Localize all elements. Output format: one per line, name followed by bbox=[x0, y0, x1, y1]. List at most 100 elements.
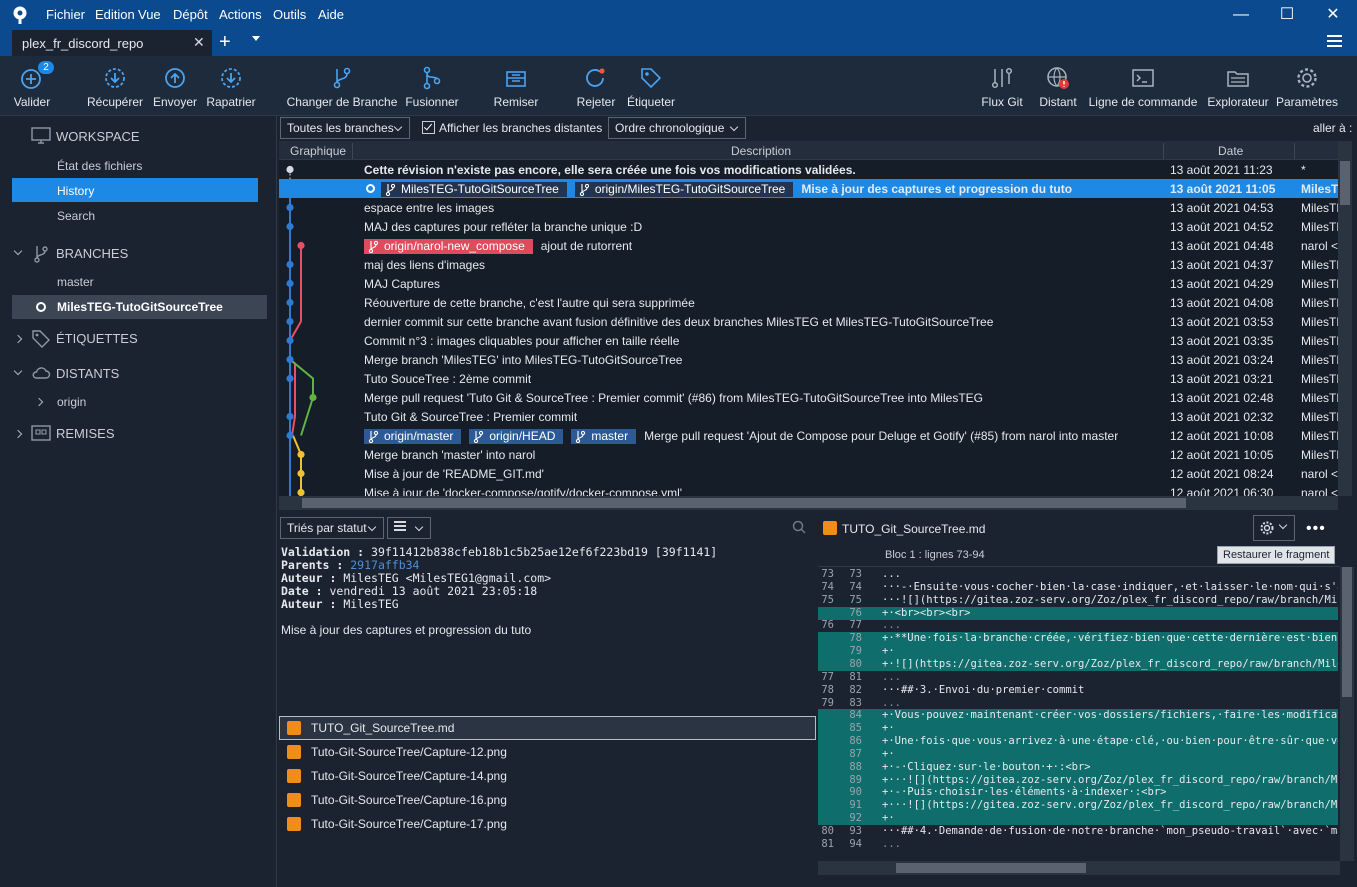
changed-file-row[interactable]: TUTO_Git_SourceTree.md bbox=[287, 718, 814, 740]
commit-row[interactable]: Cette révision n'existe pas encore, elle… bbox=[279, 160, 1338, 179]
branch-label[interactable]: origin/MilesTEG-TutoGitSourceTree bbox=[574, 182, 794, 197]
stash-button[interactable]: Remiser bbox=[490, 56, 542, 116]
commit-row[interactable]: Tuto Git & SourceTree : Premier commit 13… bbox=[279, 407, 1338, 426]
column-graph[interactable]: Graphique bbox=[290, 144, 346, 158]
commit-row[interactable]: dernier commit sur cette branche avant f… bbox=[279, 312, 1338, 331]
pull-button[interactable]: Rapatrier bbox=[204, 56, 258, 116]
sourcetree-logo-icon[interactable] bbox=[10, 5, 30, 25]
column-description[interactable]: Description bbox=[731, 144, 791, 158]
sidebar-item-search[interactable]: Search bbox=[57, 209, 95, 223]
commit-row[interactable]: Commit n°3 : images cliquables pour affi… bbox=[279, 331, 1338, 350]
new-tab-icon[interactable]: + bbox=[219, 31, 231, 54]
discard-button[interactable]: Rejeter bbox=[574, 56, 618, 116]
changed-file-row[interactable]: Tuto-Git-SourceTree/Capture-16.png bbox=[287, 790, 814, 812]
branch-label[interactable]: origin/master bbox=[364, 429, 462, 444]
menu-vue[interactable]: Vue bbox=[138, 7, 161, 22]
column-divider[interactable] bbox=[1294, 143, 1295, 159]
changed-file-row[interactable]: Tuto-Git-SourceTree/Capture-12.png bbox=[287, 742, 814, 764]
sidebar-item-file-status[interactable]: État des fichiers bbox=[57, 159, 142, 173]
search-icon[interactable] bbox=[792, 520, 806, 534]
commit-list-scroll-thumb[interactable] bbox=[1340, 161, 1350, 205]
commit-row[interactable]: Merge branch 'master' into narol 12 août … bbox=[279, 445, 1338, 464]
sidebar-item-history-highlight[interactable] bbox=[12, 178, 258, 202]
order-dropdown[interactable]: Ordre chronologique bbox=[608, 117, 746, 139]
commit-row[interactable]: MAJ des captures pour refléter la branch… bbox=[279, 217, 1338, 236]
menu-actions[interactable]: Actions bbox=[219, 7, 262, 22]
view-mode-dropdown[interactable] bbox=[387, 517, 431, 539]
diff-scroll-thumb[interactable] bbox=[1342, 567, 1352, 697]
commit-row[interactable]: MAJ Captures 13 août 2021 04:29 MilesTEG bbox=[279, 274, 1338, 293]
fetch-button[interactable]: Récupérer bbox=[86, 56, 144, 116]
show-remote-label[interactable]: Afficher les branches distantes bbox=[439, 121, 602, 135]
sidebar-item-history[interactable]: History bbox=[57, 184, 94, 198]
close-window-icon[interactable]: ✕ bbox=[1318, 4, 1348, 26]
show-remote-checkbox[interactable] bbox=[422, 121, 435, 134]
commit-row[interactable]: origin/master origin/HEAD master Merge pull… bbox=[279, 426, 1338, 445]
diff-options-dropdown[interactable] bbox=[1253, 515, 1295, 541]
sidebar-branch-current[interactable]: MilesTEG-TutoGitSourceTree bbox=[57, 300, 223, 314]
explorer-button[interactable]: Explorateur bbox=[1205, 56, 1271, 116]
push-button[interactable]: Envoyer bbox=[150, 56, 200, 116]
commit-row[interactable]: Tuto SouceTree : 2ème commit 13 août 2021… bbox=[279, 369, 1338, 388]
commit-row[interactable]: Mise à jour de 'docker-compose/gotify/do… bbox=[279, 483, 1338, 496]
diff-hscroll-thumb[interactable] bbox=[896, 863, 1086, 873]
sidebar-branch-master[interactable]: master bbox=[57, 275, 94, 289]
tag-button[interactable]: Étiqueter bbox=[624, 56, 678, 116]
commit-description: Commit n°3 : images cliquables pour affi… bbox=[364, 334, 679, 348]
checkout-branch-button[interactable]: Changer de Branche bbox=[286, 56, 398, 116]
commit-list-hscroll-thumb[interactable] bbox=[302, 498, 1186, 508]
menu-depot[interactable]: Dépôt bbox=[173, 7, 208, 22]
commit-message-text: Tuto Git & SourceTree : Premier commit bbox=[364, 410, 578, 424]
tab-dropdown-icon[interactable] bbox=[252, 36, 260, 41]
commit-row[interactable]: origin/narol-new_compose ajout de rutorre… bbox=[279, 236, 1338, 255]
branch-label[interactable]: origin/narol-new_compose bbox=[364, 239, 533, 254]
menu-edition[interactable]: Edition bbox=[95, 7, 135, 22]
remote-button[interactable]: Distant bbox=[1034, 56, 1082, 116]
more-options-icon[interactable]: ••• bbox=[1306, 520, 1326, 538]
branch-label[interactable]: MilesTEG-TutoGitSourceTree bbox=[381, 182, 567, 197]
sidebar-remote-origin[interactable]: origin bbox=[57, 395, 86, 409]
diff-line-text: +···![](https://gitea.zoz-serv.org/Zoz/p… bbox=[882, 799, 1338, 812]
sort-dropdown[interactable]: Triés par statut bbox=[280, 517, 384, 539]
git-flow-button[interactable]: Flux Git bbox=[978, 56, 1026, 116]
commit-row[interactable]: Merge branch 'MilesTEG' into MilesTEG-Tu… bbox=[279, 350, 1338, 369]
hamburger-menu-icon[interactable] bbox=[1327, 35, 1342, 47]
author-value: MilesTEG <MilesTEG1@gmail.com> bbox=[343, 571, 552, 585]
merge-button[interactable]: Fusionner bbox=[403, 56, 461, 116]
menu-fichier[interactable]: Fichier bbox=[46, 7, 85, 22]
restore-hunk-button[interactable]: Restaurer le fragment bbox=[1217, 546, 1336, 564]
terminal-button[interactable]: Ligne de commande bbox=[1087, 56, 1199, 116]
menu-outils[interactable]: Outils bbox=[273, 7, 306, 22]
stashes-header[interactable]: REMISES bbox=[56, 426, 115, 441]
settings-button[interactable]: Paramètres bbox=[1275, 56, 1339, 116]
branch-label[interactable]: master bbox=[571, 429, 637, 444]
repo-tab[interactable]: plex_fr_discord_repo bbox=[12, 30, 212, 56]
commit-row[interactable]: maj des liens d'images 13 août 2021 04:37… bbox=[279, 255, 1338, 274]
minimize-icon[interactable]: — bbox=[1226, 4, 1256, 26]
branches-header[interactable]: BRANCHES bbox=[56, 246, 128, 261]
column-date[interactable]: Date bbox=[1218, 144, 1243, 158]
tags-header[interactable]: ÉTIQUETTES bbox=[56, 331, 138, 346]
column-divider[interactable] bbox=[1163, 143, 1164, 159]
branch-label[interactable]: origin/HEAD bbox=[469, 429, 564, 444]
diff-scrollbar[interactable] bbox=[1340, 567, 1354, 861]
changed-file-row[interactable]: Tuto-Git-SourceTree/Capture-14.png bbox=[287, 766, 814, 788]
commit-row[interactable]: Réouverture de cette branche, c'est l'au… bbox=[279, 293, 1338, 312]
menu-aide[interactable]: Aide bbox=[318, 7, 344, 22]
commit-list-scrollbar[interactable] bbox=[1338, 141, 1352, 496]
workspace-header[interactable]: WORKSPACE bbox=[56, 129, 140, 144]
commit-row[interactable]: MilesTEG-TutoGitSourceTree origin/MilesTE… bbox=[279, 179, 1338, 198]
changed-file-row[interactable]: Tuto-Git-SourceTree/Capture-17.png bbox=[287, 814, 814, 836]
commit-row[interactable]: Merge pull request 'Tuto Git & SourceTre… bbox=[279, 388, 1338, 407]
remotes-header[interactable]: DISTANTS bbox=[56, 366, 119, 381]
commit-list-hscrollbar[interactable] bbox=[279, 496, 1338, 510]
diff-hscrollbar[interactable] bbox=[818, 861, 1340, 875]
commit-row[interactable]: Mise à jour de 'README_GIT.md' 12 août 20… bbox=[279, 464, 1338, 483]
close-tab-icon[interactable]: ✕ bbox=[193, 34, 205, 51]
branches-filter-dropdown[interactable]: Toutes les branches bbox=[280, 117, 410, 139]
maximize-icon[interactable]: ☐ bbox=[1272, 4, 1302, 26]
workspace-monitor-icon bbox=[31, 127, 51, 144]
parent-link[interactable]: 2917affb34 bbox=[350, 558, 419, 572]
commit-row[interactable]: espace entre les images 13 août 2021 04:5… bbox=[279, 198, 1338, 217]
column-divider[interactable] bbox=[352, 143, 353, 159]
